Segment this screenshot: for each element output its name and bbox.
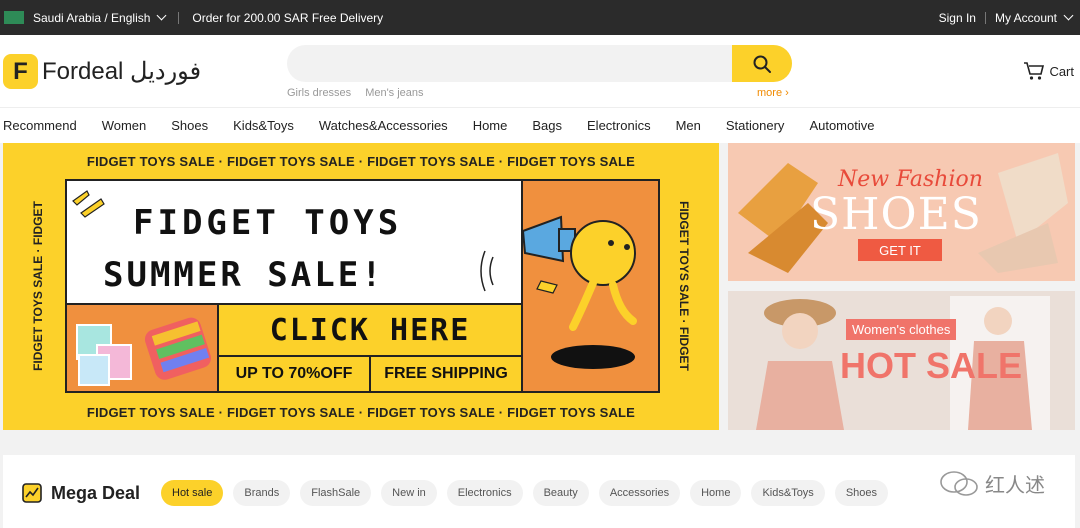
sign-in-link[interactable]: Sign In [939,11,976,25]
banner-ticker-bottom: FIDGET TOYS SALE · FIDGET TOYS SALE · FI… [86,405,636,420]
nav-item-bags[interactable]: Bags [532,118,562,133]
logo-text: Fordeal فورديل [42,58,202,85]
discount-label: UP TO 70%OFF [219,355,369,391]
search-icon [753,55,771,73]
region-language-selector[interactable]: Saudi Arabia / English [33,10,167,25]
womens-clothes-banner[interactable]: Women's clothes HOT SALE [728,291,1075,430]
free-shipping-label: FREE SHIPPING [369,355,521,391]
nav-item-watches-accessories[interactable]: Watches&Accessories [319,118,448,133]
wechat-icon [940,470,978,496]
banner-ticker-top: FIDGET TOYS SALE · FIDGET TOYS SALE · FI… [86,154,636,169]
mega-deal-tabs: Hot sale Brands FlashSale New in Electro… [161,480,889,506]
mascot-panel [521,181,658,391]
fordeal-logo[interactable]: F Fordeal فورديل [3,54,201,89]
mega-deal-label: Mega Deal [51,482,141,503]
search-hint[interactable]: Girls dresses [287,87,351,99]
pop-it-toy-icon [76,317,211,386]
nav-item-electronics[interactable]: Electronics [587,118,651,133]
chevron-down-icon [156,10,167,21]
get-it-button[interactable]: GET IT [858,239,942,261]
tab-flashsale[interactable]: FlashSale [300,480,372,506]
divider [178,11,180,24]
fashion-shoes-banner[interactable]: New Fashion SHOES GET IT [728,143,1075,281]
tab-new-in[interactable]: New in [381,480,437,506]
nav-item-automotive[interactable]: Automotive [809,118,874,133]
megaphone-mascot-icon [521,215,637,369]
fidget-toys-banner[interactable]: FIDGET TOYS SALE · FIDGET TOYS SALE · FI… [3,143,719,430]
headline-line-2: SUMMER SALE! [103,255,385,295]
my-account-link[interactable]: My Account [995,11,1057,25]
header: F Fordeal فورديل Girls dresses Men's jea… [0,35,1080,107]
banner-board: FIDGET TOYS SUMMER SALE! CLICK HERE UP T… [65,179,660,393]
headline-line-1: FIDGET TOYS [133,203,403,243]
mega-deal-title: Mega Deal [21,482,140,504]
tab-electronics[interactable]: Electronics [446,480,523,506]
banner-vertical-right: FIDGET TOYS SALE · FIDGET [676,201,691,371]
cart-label: Cart [1049,63,1074,79]
banner-vertical-left: FIDGET TOYS SALE · FIDGET [30,201,45,371]
watermark: 红人述 [939,469,1045,498]
cart-button[interactable]: Cart [1023,61,1074,81]
cart-icon [1024,62,1045,80]
toy-image-panel [67,303,219,391]
tab-brands[interactable]: Brands [233,480,291,506]
more-hints-link[interactable]: more › [757,87,789,99]
sound-waves-icon [480,250,494,292]
tab-shoes[interactable]: Shoes [834,480,889,506]
burst-lines-icon [72,190,105,218]
free-delivery-promo: Order for 200.00 SAR Free Delivery [192,10,384,25]
search-hints: Girls dresses Men's jeans [287,87,424,99]
search-hint[interactable]: Men's jeans [365,87,423,99]
tab-kids-toys[interactable]: Kids&Toys [751,480,825,506]
nav-item-shoes[interactable]: Shoes [171,118,208,133]
nav-item-women[interactable]: Women [102,118,147,133]
search-bar [287,45,792,82]
tab-home[interactable]: Home [690,480,742,506]
tab-accessories[interactable]: Accessories [598,480,681,506]
search-input[interactable] [303,53,723,74]
tab-beauty[interactable]: Beauty [532,480,589,506]
shoes-title: SHOES [810,189,982,240]
divider [984,11,986,24]
hot-sale-title: HOT SALE [840,345,1023,386]
trend-chart-icon [22,483,42,503]
nav-item-men[interactable]: Men [676,118,701,133]
search-button[interactable] [732,45,792,82]
headline-box: FIDGET TOYS SUMMER SALE! [67,181,521,303]
nav-item-home[interactable]: Home [473,118,508,133]
logo-mark: F [3,54,38,89]
category-nav: Recommend Women Shoes Kids&Toys Watches&… [0,107,1080,143]
click-here-cta[interactable]: CLICK HERE [219,303,521,355]
nav-item-recommend[interactable]: Recommend [3,118,77,133]
nav-item-kids-toys[interactable]: Kids&Toys [233,118,294,133]
womens-clothes-tag: Women's clothes [846,319,957,340]
mega-deal-section: Mega Deal Hot sale Brands FlashSale New … [3,455,1075,528]
tab-hot-sale[interactable]: Hot sale [161,480,224,506]
top-bar: Saudi Arabia / English Order for 200.00 … [0,0,1080,35]
saudi-flag-icon [4,11,24,24]
region-label: Saudi Arabia / English [33,10,151,25]
nav-item-stationery[interactable]: Stationery [726,118,785,133]
watermark-text: 红人述 [985,475,1045,497]
chevron-down-icon [1063,10,1074,21]
account-links: Sign In My Account [939,0,1074,35]
